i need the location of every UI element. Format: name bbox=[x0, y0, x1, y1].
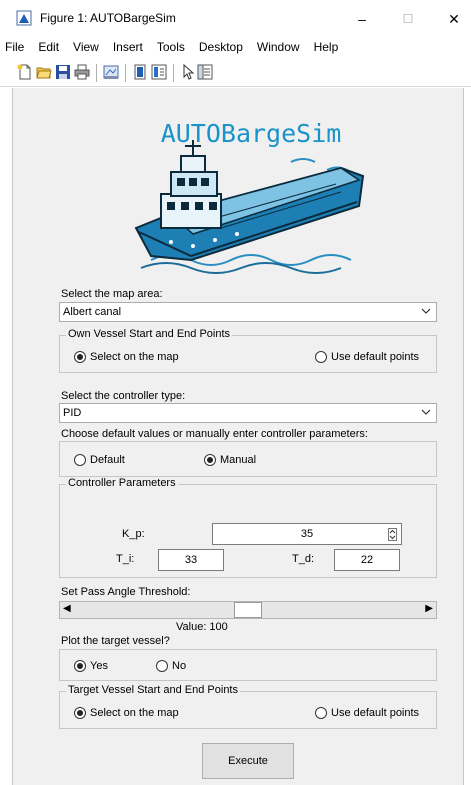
target-vessel-points-group: Target Vessel Start and End Points Selec… bbox=[59, 684, 437, 729]
param-default-radio[interactable] bbox=[74, 454, 86, 466]
menu-view[interactable]: View bbox=[66, 36, 106, 58]
hide-plot-tools-icon[interactable] bbox=[132, 64, 148, 80]
open-file-icon[interactable] bbox=[36, 64, 52, 80]
menu-help[interactable]: Help bbox=[307, 36, 346, 58]
controller-parameters-title: Controller Parameters bbox=[66, 477, 178, 489]
autobargesim-banner-image: AUTOBargeSim bbox=[134, 119, 365, 274]
target-plot-yes-label: Yes bbox=[90, 660, 108, 672]
banner-title: AUTOBargeSim bbox=[161, 119, 342, 148]
target-plot-label: Plot the target vessel? bbox=[61, 635, 170, 647]
pass-angle-value-text: Value: 100 bbox=[176, 621, 228, 633]
own-default-points-radio[interactable] bbox=[315, 351, 327, 363]
menu-bar: File Edit View Insert Tools Desktop Wind… bbox=[0, 36, 471, 58]
menu-insert[interactable]: Insert bbox=[106, 36, 150, 58]
target-default-points-radio[interactable] bbox=[315, 707, 327, 719]
target-plot-no-radio[interactable] bbox=[156, 660, 168, 672]
target-select-map-radio[interactable] bbox=[74, 707, 86, 719]
pass-angle-label: Set Pass Angle Threshold: bbox=[61, 586, 191, 598]
new-figure-icon[interactable] bbox=[17, 64, 33, 80]
pass-angle-slider[interactable]: ◀ ▶ bbox=[59, 601, 437, 619]
chevron-down-icon bbox=[421, 409, 431, 415]
controller-type-dropdown[interactable]: PID bbox=[59, 403, 437, 423]
controller-type-value: PID bbox=[63, 407, 82, 419]
menu-window[interactable]: Window bbox=[250, 36, 307, 58]
param-mode-label: Choose default values or manually enter … bbox=[61, 428, 368, 440]
save-icon[interactable] bbox=[55, 64, 71, 80]
property-inspector-icon[interactable] bbox=[197, 64, 213, 80]
param-mode-group: Default Manual bbox=[59, 441, 437, 477]
own-select-map-label: Select on the map bbox=[90, 351, 179, 363]
param-default-label: Default bbox=[90, 454, 125, 466]
slider-left-arrow-icon[interactable]: ◀ bbox=[63, 603, 71, 614]
ti-label: T_i: bbox=[116, 553, 135, 565]
menu-desktop[interactable]: Desktop bbox=[192, 36, 250, 58]
kp-label: K_p: bbox=[122, 528, 145, 540]
own-vessel-points-group: Own Vessel Start and End Points Select o… bbox=[59, 328, 437, 373]
close-button[interactable]: ✕ bbox=[434, 6, 471, 32]
target-select-map-label: Select on the map bbox=[90, 707, 179, 719]
td-input[interactable]: 22 bbox=[334, 549, 400, 571]
controller-type-label: Select the controller type: bbox=[61, 390, 186, 402]
own-default-points-label: Use default points bbox=[331, 351, 420, 363]
menu-tools[interactable]: Tools bbox=[150, 36, 192, 58]
map-area-label: Select the map area: bbox=[61, 288, 163, 300]
window-title: Figure 1: AUTOBargeSim bbox=[40, 11, 176, 25]
minimize-button[interactable]: – bbox=[342, 6, 382, 32]
target-plot-yes-radio[interactable] bbox=[74, 660, 86, 672]
figure-panel: AUTOBargeSim Select the map area: Albert… bbox=[12, 88, 464, 785]
ti-input[interactable]: 33 bbox=[158, 549, 224, 571]
own-select-map-radio[interactable] bbox=[74, 351, 86, 363]
figure-toolbar bbox=[0, 60, 471, 87]
kp-value: 35 bbox=[300, 528, 314, 540]
pass-angle-slider-thumb[interactable] bbox=[234, 602, 262, 618]
edit-plot-icon[interactable] bbox=[180, 64, 196, 80]
execute-button[interactable]: Execute bbox=[202, 743, 294, 779]
kp-input[interactable]: 35 bbox=[212, 523, 402, 545]
target-plot-group: Yes No bbox=[59, 649, 437, 681]
map-area-value: Albert canal bbox=[63, 306, 122, 318]
target-plot-no-label: No bbox=[172, 660, 187, 672]
menu-edit[interactable]: Edit bbox=[31, 36, 66, 58]
param-manual-radio[interactable] bbox=[204, 454, 216, 466]
controller-parameters-group: Controller Parameters K_p: 35 T_i: 33 T_… bbox=[59, 477, 437, 578]
link-plot-icon[interactable] bbox=[103, 64, 119, 80]
title-bar: Figure 1: AUTOBargeSim – ☐ ✕ bbox=[0, 0, 471, 36]
map-area-dropdown[interactable]: Albert canal bbox=[59, 302, 437, 322]
print-icon[interactable] bbox=[74, 64, 90, 80]
matlab-figure-icon bbox=[16, 10, 32, 26]
param-manual-label: Manual bbox=[220, 454, 257, 466]
chevron-down-icon bbox=[421, 308, 431, 314]
target-default-points-label: Use default points bbox=[331, 707, 420, 719]
slider-right-arrow-icon[interactable]: ▶ bbox=[425, 603, 433, 614]
target-vessel-points-title: Target Vessel Start and End Points bbox=[66, 684, 240, 696]
colorbar-icon[interactable] bbox=[151, 64, 167, 80]
menu-file[interactable]: File bbox=[0, 36, 31, 58]
maximize-button[interactable]: ☐ bbox=[388, 6, 428, 32]
own-vessel-points-title: Own Vessel Start and End Points bbox=[66, 328, 233, 340]
kp-spinner-icon[interactable] bbox=[388, 528, 397, 541]
td-label: T_d: bbox=[292, 553, 315, 565]
